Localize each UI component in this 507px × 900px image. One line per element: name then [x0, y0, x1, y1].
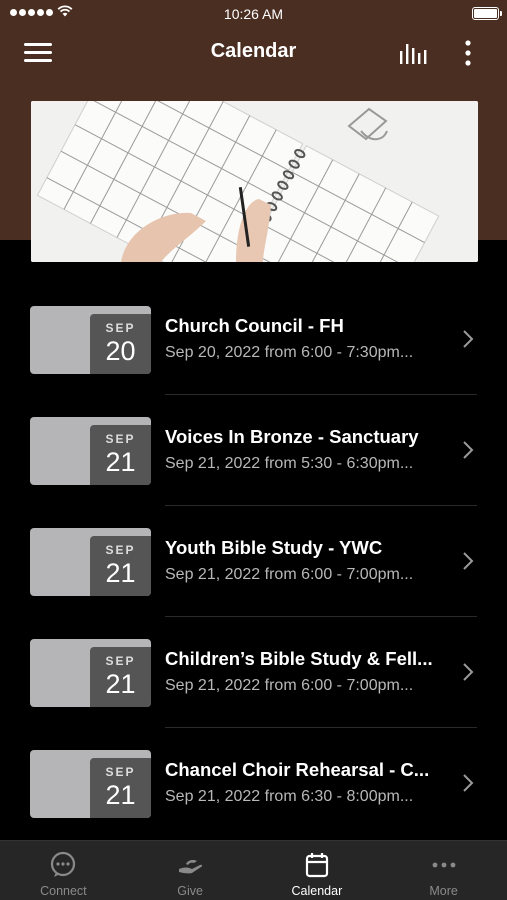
calendar-icon — [305, 853, 328, 878]
event-title: Chancel Choir Rehearsal - C... — [165, 759, 430, 780]
equalizer-view-icon[interactable] — [398, 42, 430, 64]
more-dots-icon — [432, 862, 456, 868]
event-day: 21 — [105, 558, 136, 588]
event-title: Youth Bible Study - YWC — [165, 537, 383, 558]
date-badge: SEP 21 — [30, 639, 151, 707]
event-month: SEP — [105, 321, 136, 335]
event-datetime: Sep 20, 2022 from 6:00 - 7:30pm... — [165, 344, 414, 361]
event-month: SEP — [105, 765, 136, 779]
navigation-bar: Calendar — [0, 28, 507, 76]
chevron-right-icon — [463, 663, 474, 681]
date-badge: SEP 20 — [30, 306, 151, 374]
event-month: SEP — [105, 543, 136, 557]
date-badge: SEP 21 — [30, 417, 151, 485]
calendar-hero-image — [31, 101, 478, 262]
event-month: SEP — [105, 654, 136, 668]
event-title: Church Council - FH — [165, 315, 344, 336]
event-row[interactable]: SEP 21 Youth Bible Study - YWC Sep 21, 2… — [0, 506, 507, 617]
event-title: Children’s Bible Study & Fell... — [165, 648, 433, 669]
chat-bubble-icon — [51, 851, 76, 877]
tab-give[interactable]: Give — [127, 841, 254, 900]
event-row[interactable]: SEP 21 Voices In Bronze - Sanctuary Sep … — [0, 395, 507, 506]
chevron-right-icon — [463, 774, 474, 792]
event-row[interactable]: SEP 21 Children’s Bible Study & Fell... … — [0, 617, 507, 728]
event-datetime: Sep 21, 2022 from 6:00 - 7:00pm... — [165, 566, 414, 583]
tab-label: Give — [177, 884, 203, 898]
tab-label: Connect — [40, 884, 87, 898]
giving-hand-icon — [179, 860, 203, 874]
tab-calendar[interactable]: Calendar — [254, 841, 381, 900]
event-datetime: Sep 21, 2022 from 5:30 - 6:30pm... — [165, 455, 414, 472]
date-badge: SEP 21 — [30, 750, 151, 818]
chevron-right-icon — [463, 552, 474, 570]
battery-icon — [472, 7, 502, 20]
event-datetime: Sep 21, 2022 from 6:00 - 7:00pm... — [165, 677, 414, 694]
chevron-right-icon — [463, 330, 474, 348]
event-title: Voices In Bronze - Sanctuary — [165, 426, 419, 447]
tab-label: Calendar — [291, 884, 343, 898]
event-day: 21 — [105, 780, 136, 810]
status-bar: 10:26 AM — [0, 0, 507, 28]
event-day: 21 — [105, 447, 136, 477]
event-row[interactable]: SEP 21 Chancel Choir Rehearsal - C... Se… — [0, 728, 507, 839]
tab-label: More — [429, 884, 458, 898]
more-options-icon[interactable] — [460, 39, 476, 67]
event-datetime: Sep 21, 2022 from 6:30 - 8:00pm... — [165, 788, 414, 805]
tab-more[interactable]: More — [380, 841, 507, 900]
tab-connect[interactable]: Connect — [0, 841, 127, 900]
event-month: SEP — [105, 432, 136, 446]
bottom-tab-bar: Connect Give Calendar More — [0, 840, 507, 900]
date-badge: SEP 21 — [30, 528, 151, 596]
page-title: Calendar — [210, 40, 297, 62]
event-row[interactable]: SEP 20 Church Council - FH Sep 20, 2022 … — [0, 284, 507, 395]
event-day: 20 — [105, 336, 136, 366]
status-time: 10:26 AM — [223, 6, 284, 22]
chevron-right-icon — [463, 441, 474, 459]
event-day: 21 — [105, 669, 136, 699]
